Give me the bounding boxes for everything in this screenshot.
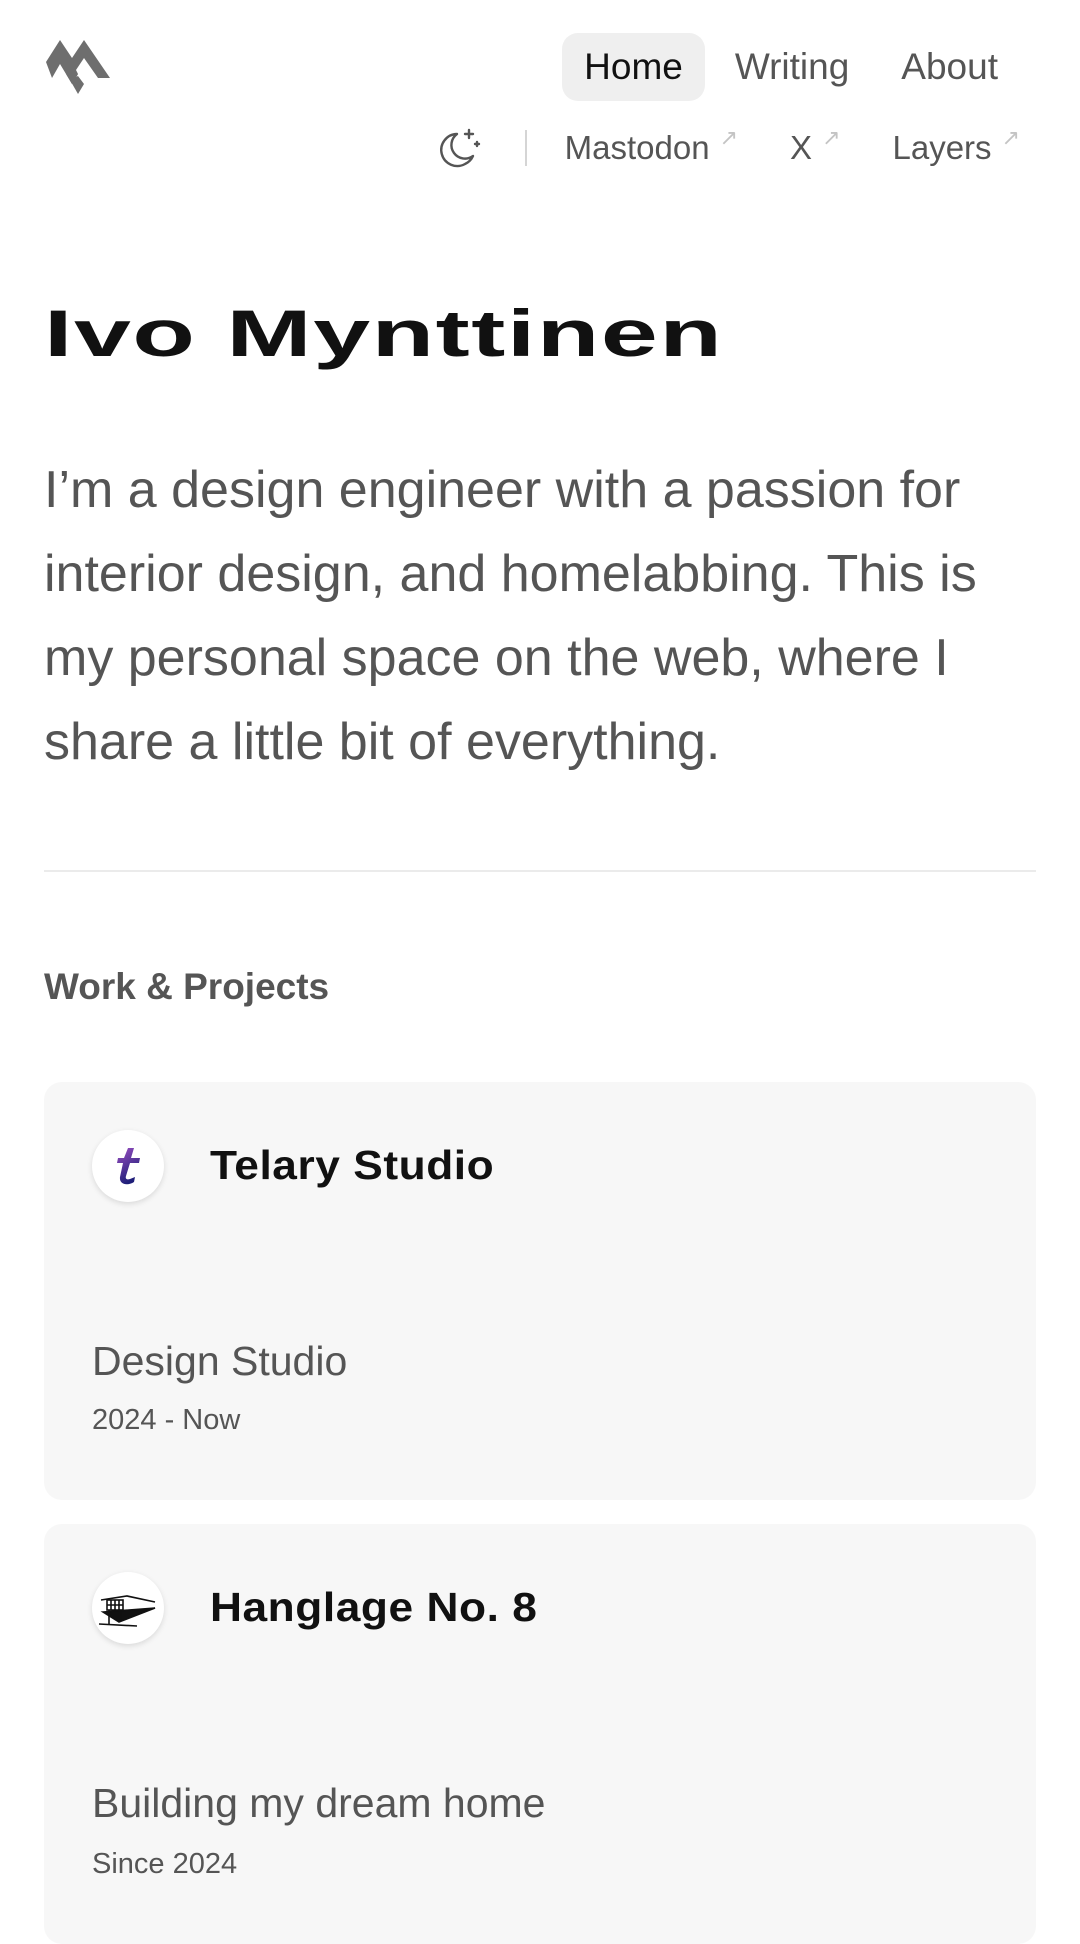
external-arrow-icon: ↗ [719, 125, 739, 150]
nav-divider [524, 130, 527, 166]
section-title: Work & Projects [44, 966, 330, 1007]
social-link-layers[interactable]: Layers ↗ [892, 125, 1021, 167]
section-divider [44, 870, 1036, 872]
site-logo-icon[interactable] [44, 36, 112, 102]
social-link-x[interactable]: X ↗ [790, 125, 840, 167]
page-title: Ivo Mynttinen [44, 296, 724, 370]
card-title: Hanglage No. 8 [210, 1584, 538, 1630]
project-card-telary[interactable]: Telary Studio Design Studio 2024 - Now [44, 1082, 1036, 1500]
nav-about[interactable]: About [879, 33, 1020, 101]
card-date: Since 2024 [92, 1848, 238, 1880]
intro-text: I’m a design engineer with a passion for… [44, 461, 977, 771]
house-sketch-icon [92, 1572, 164, 1644]
nav-writing[interactable]: Writing [713, 33, 871, 101]
social-label: X [790, 129, 813, 166]
card-title: Telary Studio [210, 1142, 495, 1188]
social-link-mastodon[interactable]: Mastodon ↗ [564, 125, 738, 167]
external-arrow-icon: ↗ [822, 125, 841, 150]
external-arrow-icon: ↗ [1001, 125, 1020, 150]
social-label: Mastodon [564, 129, 710, 166]
project-card-hanglage[interactable]: Hanglage No. 8 Building my dream home Si… [44, 1524, 1036, 1944]
nav-home[interactable]: Home [562, 33, 705, 101]
card-description: Building my dream home [92, 1780, 546, 1826]
telary-logo-icon [92, 1130, 164, 1202]
social-label: Layers [892, 129, 992, 166]
main-nav: Home Writing About [554, 33, 1020, 101]
card-description: Design Studio [92, 1338, 348, 1384]
moon-sparkle-icon[interactable] [435, 124, 483, 172]
card-date: 2024 - Now [92, 1404, 241, 1436]
social-links: Mastodon ↗ X ↗ Layers ↗ [435, 124, 1020, 172]
